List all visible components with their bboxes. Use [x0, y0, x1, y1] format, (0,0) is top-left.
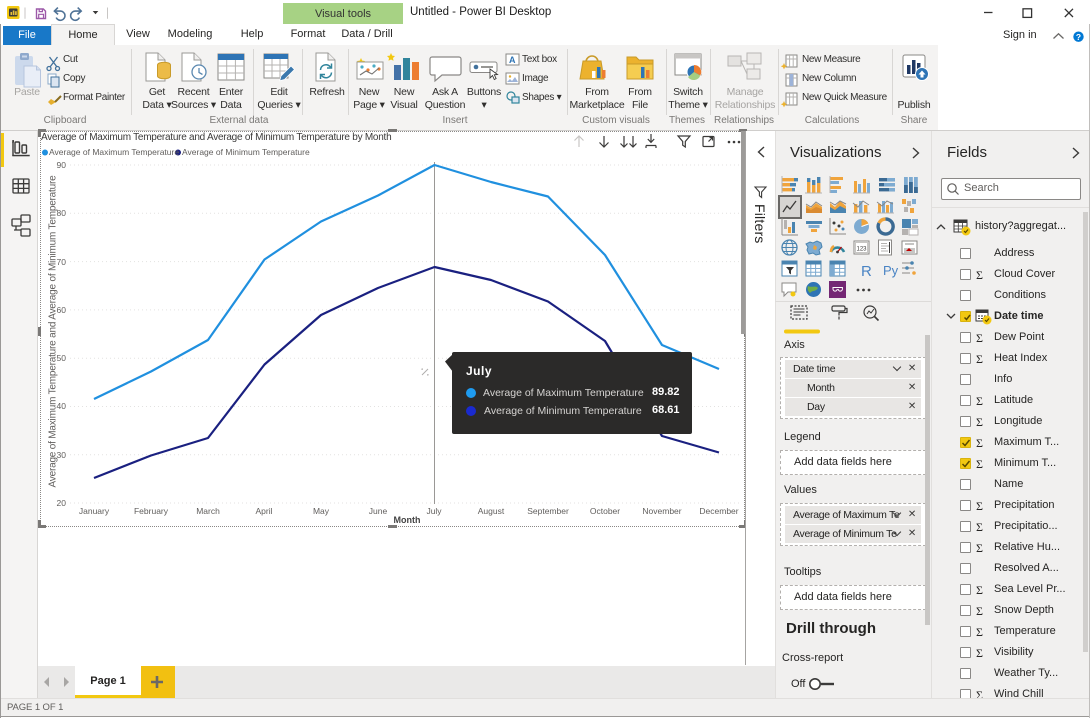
svg-text:Py: Py — [883, 263, 899, 278]
svg-text:123: 123 — [856, 247, 867, 253]
svg-text:?: ? — [1076, 32, 1081, 42]
svg-text:R: R — [861, 263, 872, 280]
svg-text:A: A — [509, 55, 516, 65]
